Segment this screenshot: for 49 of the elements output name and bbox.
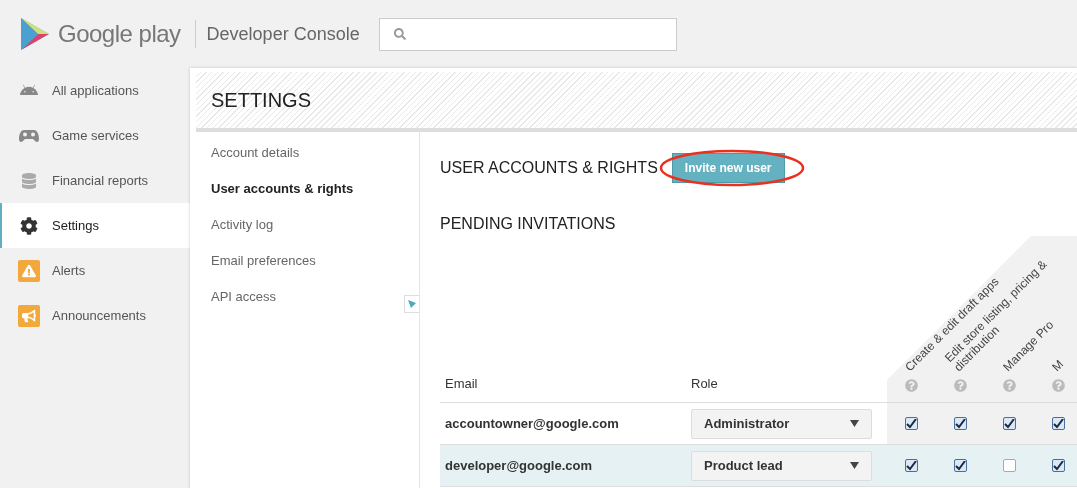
permission-checkbox[interactable]: [905, 459, 918, 472]
subnav-link[interactable]: User accounts & rights: [211, 179, 354, 198]
nav-item[interactable]: Announcements: [0, 293, 190, 338]
nav-label: Settings: [52, 218, 99, 233]
permission-checkbox[interactable]: [1052, 417, 1065, 430]
play-logo-icon: [20, 17, 50, 51]
nav-label: Announcements: [52, 308, 146, 323]
role-dropdown[interactable]: Product lead: [691, 450, 872, 481]
product-name: Developer Console: [206, 23, 360, 45]
permission-checkbox[interactable]: [954, 417, 967, 430]
megaphone-icon: [18, 304, 40, 327]
nav-item[interactable]: Alerts: [0, 248, 190, 293]
nav-label: All applications: [52, 83, 139, 98]
permission-checkbox[interactable]: [1003, 459, 1016, 472]
warning-icon: [18, 259, 40, 282]
subnav-link[interactable]: Activity log: [211, 215, 274, 234]
brand-name: Google play: [58, 20, 181, 48]
search-field[interactable]: [378, 17, 677, 51]
feedback-tab[interactable]: [404, 295, 419, 313]
search-icon: [393, 28, 406, 40]
nav-label: Game services: [52, 128, 139, 143]
role-dropdown[interactable]: Administrator: [691, 408, 872, 439]
nav-item[interactable]: Settings: [0, 203, 190, 248]
section-title: USER ACCOUNTS & RIGHTS: [440, 159, 658, 177]
permission-checkbox[interactable]: [954, 459, 967, 472]
table-row[interactable]: accountowner@google.com Administrator: [440, 403, 1077, 445]
subnav-link[interactable]: Account details: [211, 143, 300, 162]
pending-title: PENDING INVITATIONS: [440, 215, 617, 233]
subnav-link[interactable]: Email preferences: [211, 251, 316, 270]
nav-item[interactable]: Financial reports: [0, 158, 190, 203]
column-header: Role: [691, 376, 718, 391]
permission-label: M: [1049, 356, 1068, 374]
email-text: developer@google.com: [445, 458, 593, 473]
settings-icon: [18, 214, 40, 237]
caret-icon: [850, 462, 859, 469]
nav-label: Alerts: [52, 263, 86, 278]
table-row[interactable]: developer@google.com Product lead: [440, 445, 1077, 487]
nav-label: Financial reports: [52, 173, 149, 188]
nav-item[interactable]: Game services: [0, 113, 190, 158]
page-title: SETTINGS: [211, 88, 311, 112]
triangle-icon: [408, 300, 416, 308]
permission-checkbox[interactable]: [1052, 459, 1065, 472]
email-text: accountowner@google.com: [445, 416, 619, 431]
subnav-link[interactable]: API access: [211, 287, 277, 306]
caret-icon: [850, 420, 859, 427]
permission-checkbox[interactable]: [905, 417, 918, 430]
column-header: Email: [445, 376, 478, 391]
permission-checkbox[interactable]: [1003, 417, 1016, 430]
nav-item[interactable]: All applications: [0, 68, 190, 113]
